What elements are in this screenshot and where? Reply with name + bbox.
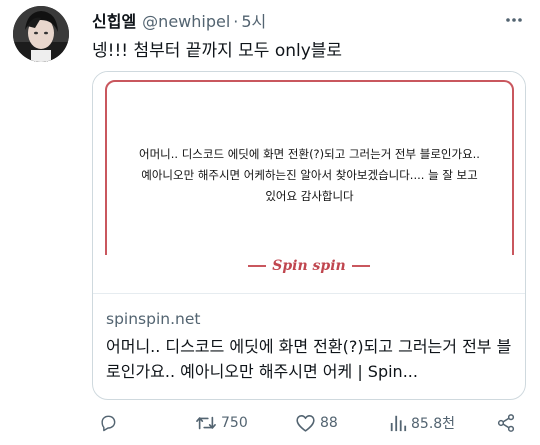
views-button[interactable]: 85.8천 [389,413,455,433]
heart-icon [296,415,315,432]
tweet-header: 신힙엘 @newhipel · 5시 [92,8,266,32]
post-time[interactable]: 5시 [241,8,266,32]
action-bar: 750 88 85.8천 [92,413,526,439]
share-button[interactable] [496,413,516,433]
card-body[interactable]: spinspin.net 어머니.. 디스코드 에딧에 화면 전환(?)되고 그… [93,294,525,384]
brand-logo: Spin spin [93,255,525,277]
card-domain: spinspin.net [106,310,201,328]
tweet-text: 넹!!! 첨부터 끝까지 모두 only블로 [92,41,343,61]
like-count: 88 [320,415,338,431]
card-description: 어머니.. 디스코드 에딧에 화면 전환(?)되고 그러는거 전부 블로인가요.… [106,337,512,381]
reply-button[interactable] [98,413,118,433]
retweet-button[interactable]: 750 [195,413,248,433]
avatar[interactable] [13,6,69,62]
views-icon [390,415,407,432]
separator-dot: · [233,12,239,31]
link-card[interactable]: 어머니.. 디스코드 에딧에 화면 전환(?)되고 그러는거 전부 블로인가요.… [92,71,526,400]
brand-line-left [248,265,267,267]
like-button[interactable]: 88 [295,413,338,433]
reply-icon [101,415,116,432]
card-image[interactable]: 어머니.. 디스코드 에딧에 화면 전환(?)되고 그러는거 전부 블로인가요.… [93,72,525,294]
question-frame: 어머니.. 디스코드 에딧에 화면 전환(?)되고 그러는거 전부 블로인가요.… [105,80,514,274]
retweet-icon [196,416,216,430]
more-icon[interactable] [502,8,526,32]
brand-line-right [351,265,370,267]
avatar-image [13,6,69,62]
views-count: 85.8천 [411,416,456,432]
author-name[interactable]: 신힙엘 [92,8,136,32]
author-handle[interactable]: @newhipel [142,12,230,31]
share-icon [497,414,515,432]
card-image-text: 어머니.. 디스코드 에딧에 화면 전환(?)되고 그러는거 전부 블로인가요.… [139,147,480,203]
brand-label: Spin spin [272,258,346,274]
retweet-count: 750 [221,415,248,431]
